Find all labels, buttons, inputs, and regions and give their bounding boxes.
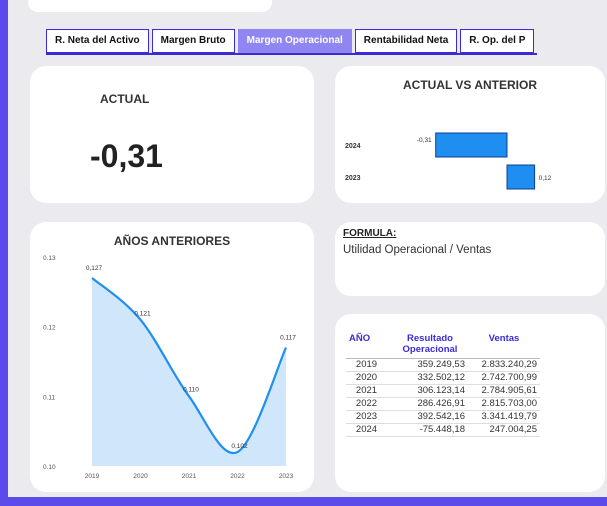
x-tick-label: 2023: [279, 473, 294, 480]
cell-sales: 2.815.703,00: [468, 397, 540, 411]
y-tick-label: 0.13: [43, 255, 56, 262]
table-card: AÑO Resultado Operacional Ventas 2019 359…: [335, 314, 605, 492]
table-row: 2024 -75.448,18 247.004,25: [346, 423, 540, 437]
bar: [506, 164, 536, 190]
cell-sales: 2.742.700,99: [468, 371, 540, 385]
y-tick-label: 0.12: [43, 325, 56, 332]
header-year[interactable]: AÑO: [346, 333, 392, 359]
cell-year: 2022: [346, 397, 392, 411]
tab-bar: R. Neta del Activo Margen Bruto Margen Ope…: [46, 29, 538, 55]
data-label: 0,127: [86, 265, 103, 272]
value-label: 0,12: [539, 175, 552, 182]
cell-operating-result: 392.542,16: [392, 410, 468, 424]
cell-sales: 2.833.240,29: [468, 358, 540, 372]
cell-year: 2021: [346, 384, 392, 398]
data-label: 0,117: [280, 335, 296, 342]
cell-operating-result: 306.123,14: [392, 384, 468, 398]
x-tick-label: 2020: [133, 473, 148, 480]
history-card: AÑOS ANTERIORES 0.13 0.12 0.11 0.10 0,127 0,1…: [30, 222, 314, 492]
cell-operating-result: 332.502,12: [392, 371, 468, 385]
header-operating-result[interactable]: Resultado Operacional: [392, 333, 468, 359]
cell-year: 2019: [346, 358, 392, 372]
tab-1[interactable]: Margen Bruto: [151, 29, 235, 53]
cell-year: 2023: [346, 410, 392, 424]
actual-card: ACTUAL -0,31: [30, 66, 314, 203]
table-header-row: AÑO Resultado Operacional Ventas: [346, 333, 540, 359]
table-row: 2021 306.123,14 2.784.905,61: [346, 384, 540, 398]
bar: [435, 132, 508, 158]
dashboard-canvas: R. Neta del Activo Margen Bruto Margen Ope…: [8, 0, 607, 497]
cell-operating-result: -75.448,18: [392, 423, 468, 437]
tab-0[interactable]: R. Neta del Activo: [46, 29, 149, 53]
value-label: -0,31: [417, 137, 432, 144]
table-row: 2022 286.426,91 2.815.703,00: [346, 397, 540, 411]
cell-operating-result: 359.249,53: [392, 358, 468, 372]
area-fill: [92, 277, 286, 466]
data-label: 0,102: [231, 443, 248, 450]
cell-sales: 247.004,25: [468, 423, 540, 437]
history-chart: 0.13 0.12 0.11 0.10 0,127 0,121 0,110 0,102 0,11…: [43, 255, 296, 480]
formula-label: FORMULA:: [343, 228, 397, 239]
table-row: 2019 359.249,53 2.833.240,29: [346, 358, 540, 372]
cell-year: 2020: [346, 371, 392, 385]
comparison-card: ACTUAL VS ANTERIOR 2024 -0,31 2023 0,12: [335, 66, 605, 203]
x-tick-label: 2019: [85, 473, 100, 480]
table-row: 2023 392.542,16 3.341.419,79: [346, 410, 540, 424]
y-tick-label: 0.11: [43, 394, 56, 401]
header-sales[interactable]: Ventas: [468, 333, 540, 359]
actual-value: -0,31: [90, 138, 163, 174]
formula-text: Utilidad Operacional / Ventas: [343, 244, 492, 256]
top-panel: [28, 0, 272, 12]
x-tick-label: 2021: [182, 473, 197, 480]
data-label: 0,110: [183, 386, 199, 393]
comparison-chart: 2024 -0,31 2023 0,12: [345, 132, 552, 190]
tab-3[interactable]: Rentabilidad Neta: [354, 29, 458, 53]
cell-sales: 3.341.419,79: [468, 410, 540, 424]
table-row: 2020 332.502,12 2.742.700,99: [346, 371, 540, 385]
y-tick-label: 0.10: [43, 464, 56, 471]
data-label: 0,121: [134, 311, 151, 318]
x-tick-label: 2022: [230, 473, 245, 480]
category-label: 2024: [345, 143, 361, 150]
data-table: AÑO Resultado Operacional Ventas 2019 359…: [346, 333, 540, 437]
cell-sales: 2.784.905,61: [468, 384, 540, 398]
category-label: 2023: [345, 175, 361, 182]
tab-2[interactable]: Margen Operacional: [237, 29, 352, 53]
cell-operating-result: 286.426,91: [392, 397, 468, 411]
actual-label: ACTUAL: [100, 92, 150, 106]
formula-card: FORMULA: Utilidad Operacional / Ventas: [335, 222, 605, 296]
cell-year: 2024: [346, 423, 392, 437]
tab-4[interactable]: R. Op. del P: [460, 29, 535, 53]
